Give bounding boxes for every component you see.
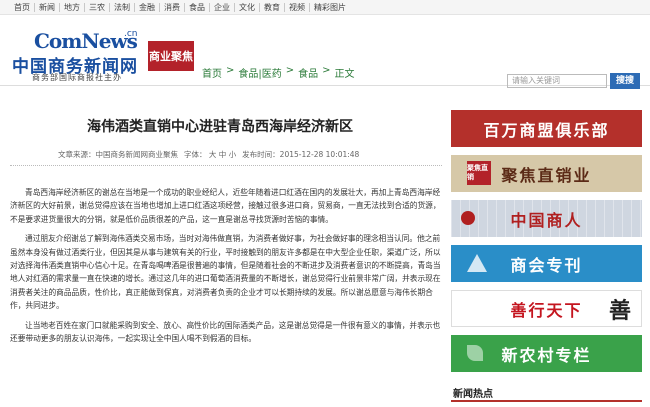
- banner-label: 新农村专栏: [501, 345, 592, 365]
- logo-badge: 商业聚焦: [148, 41, 194, 71]
- search-input[interactable]: 请输入关键词: [507, 74, 607, 88]
- top-nav-list: 首页 新闻 地方 三农 法制 金融 消费 食品 企业 文化 教育 视频 精彩图片: [0, 0, 650, 14]
- top-nav-item[interactable]: 法制: [110, 2, 135, 12]
- leaf-icon: [467, 345, 483, 361]
- breadcrumb-separator: >: [226, 65, 235, 76]
- sidebar: 百万商盟俱乐部 聚焦直销 聚焦直销业 中国商人 商会专刊 善行天下 善 新农村专…: [451, 110, 642, 380]
- banner-chinese-merchants[interactable]: 中国商人: [451, 200, 642, 237]
- breadcrumb-separator: >: [285, 65, 295, 76]
- top-nav-item[interactable]: 视频: [285, 2, 310, 12]
- banner-label: 百万商盟俱乐部: [483, 120, 610, 140]
- font-size-control: 字体： 大 中 小: [184, 149, 236, 160]
- article-paragraph: 青岛西海岸经济新区的谢总在当地是一个成功的职业经纪人，近些年随着进口红酒在国内的…: [10, 188, 441, 224]
- logo-english: ComNews: [34, 29, 138, 53]
- logo-domain: .cn: [124, 29, 138, 39]
- article-paragraph: 让当地老百姓在家门口就能采购到安全、放心、高性价比的国际酒类产品，这是谢总觉得是…: [10, 320, 441, 344]
- font-size-small[interactable]: 小: [229, 150, 237, 159]
- top-nav-item[interactable]: 三农: [85, 2, 110, 12]
- breadcrumb-separator: >: [322, 65, 331, 76]
- top-nav-item[interactable]: 精彩图片: [310, 3, 350, 12]
- banner-label: 商会专刊: [510, 255, 583, 275]
- article-body: 青岛西海岸经济新区的谢总在当地是一个成功的职业经纪人，近些年随着进口红酒在国内的…: [10, 186, 442, 351]
- font-size-label: 字体：: [184, 150, 207, 159]
- banner-new-countryside[interactable]: 新农村专栏: [451, 335, 642, 372]
- breadcrumb-item[interactable]: 正文: [335, 65, 355, 80]
- banner-label: 中国商人: [510, 210, 583, 230]
- top-nav-item[interactable]: 首页: [10, 2, 35, 12]
- circle-logo-icon: [461, 211, 475, 225]
- top-nav-item[interactable]: 金融: [135, 2, 160, 12]
- banner-club[interactable]: 百万商盟俱乐部: [451, 110, 642, 147]
- article-title: 海伟酒类直销中心进驻青岛西海岸经济新区: [87, 119, 353, 135]
- banner-label: 聚焦直销业: [501, 165, 592, 185]
- news-hot-heading: 新闻热点: [453, 389, 493, 400]
- top-nav-bar: 首页 新闻 地方 三农 法制 金融 消费 食品 企业 文化 教育 视频 精彩图片: [0, 0, 650, 15]
- banner-chamber-special[interactable]: 商会专刊: [451, 245, 642, 282]
- building-icon: [467, 254, 487, 272]
- article-paragraph: 通过朋友介绍谢总了解到海伟酒类交易市场，当时对海伟做直销，为消费者做好事，为社会…: [10, 234, 441, 311]
- article-meta: 文章来源：中国商务新闻网商业聚焦 字体： 大 中 小 发布时间：2015-12-…: [58, 149, 359, 160]
- site-header: ComNews .cn 中国商务新闻网 商务部国际商报社主办 商业聚焦 首页 > 食…: [0, 15, 650, 89]
- font-size-medium[interactable]: 中: [219, 150, 227, 159]
- top-nav-item[interactable]: 文化: [235, 2, 260, 12]
- site-logo[interactable]: ComNews .cn 中国商务新闻网 商务部国际商报社主办 商业聚焦: [12, 21, 202, 82]
- calligraphy-icon: 善: [608, 298, 633, 324]
- top-nav-item[interactable]: 教育: [260, 2, 285, 12]
- top-nav-item[interactable]: 新闻: [35, 2, 60, 12]
- top-nav-item[interactable]: 食品: [185, 2, 210, 12]
- article-time: 发布时间：2015-12-28 10:01:48: [242, 150, 360, 159]
- logo-english-text: ComNews: [34, 29, 138, 53]
- breadcrumb: 首页 > 食品|医药 > 食品 > 正文: [202, 65, 355, 80]
- top-nav-item[interactable]: 地方: [60, 2, 85, 12]
- top-nav-item[interactable]: 消费: [160, 2, 185, 12]
- banner-charity[interactable]: 善行天下 善: [451, 290, 642, 327]
- news-hot-divider: [451, 400, 642, 402]
- banner-label: 善行天下: [510, 300, 583, 320]
- article-source: 文章来源：中国商务新闻网商业聚焦: [58, 150, 178, 159]
- breadcrumb-item[interactable]: 食品|医药: [238, 65, 281, 80]
- banner-direct-sales[interactable]: 聚焦直销 聚焦直销业: [451, 155, 642, 192]
- font-size-large[interactable]: 大: [209, 150, 217, 159]
- search-button[interactable]: 搜搜: [610, 73, 640, 89]
- top-nav-item[interactable]: 企业: [210, 2, 235, 12]
- logo-subtitle: 商务部国际商报社主办: [32, 73, 122, 82]
- meta-divider: [10, 165, 442, 166]
- breadcrumb-item[interactable]: 首页: [202, 65, 222, 80]
- breadcrumb-item[interactable]: 食品: [298, 65, 318, 80]
- seal-icon: 聚焦直销: [467, 161, 491, 185]
